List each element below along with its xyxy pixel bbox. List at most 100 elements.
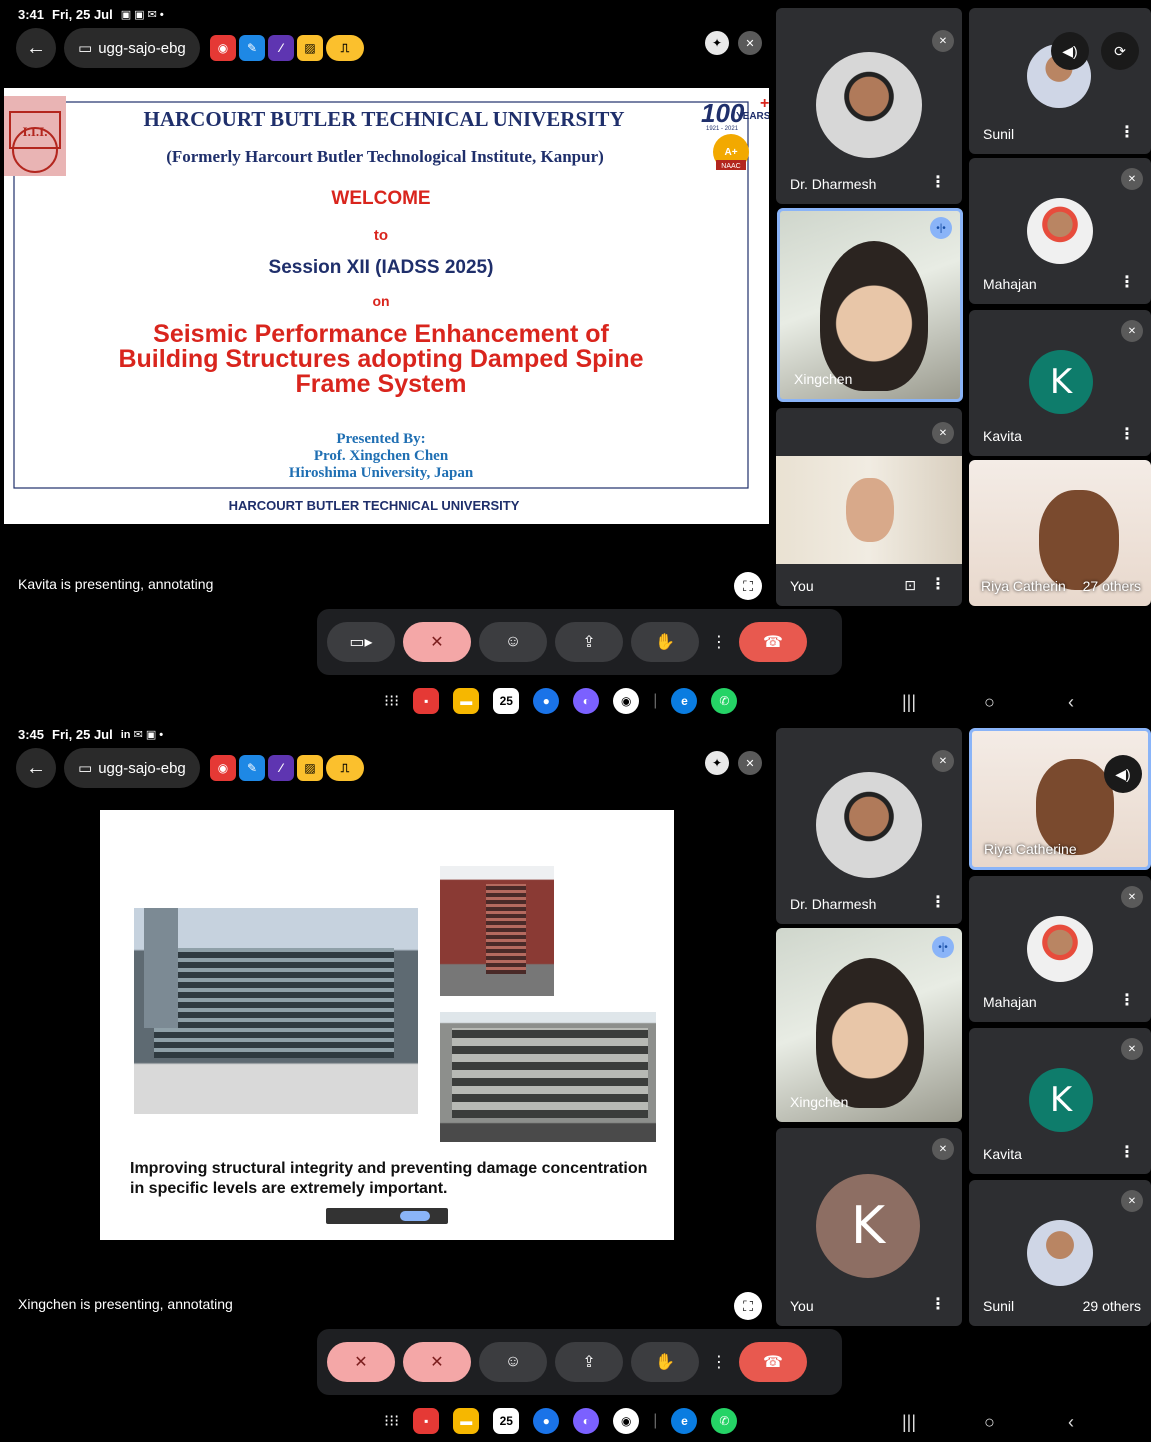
app-icon-messages[interactable]: ● xyxy=(533,1408,560,1434)
fullscreen-icon[interactable]: ⛶ xyxy=(734,572,762,600)
app-icon-files[interactable]: ▬ xyxy=(453,1408,480,1434)
muted-icon: ✕ xyxy=(1121,1038,1143,1060)
muted-icon: ✕ xyxy=(1121,886,1143,908)
slide-footer: HARCOURT BUTLER TECHNICAL UNIVERSITY xyxy=(229,498,520,513)
participant-name: Kavita xyxy=(983,1146,1022,1162)
app-icon-camera[interactable]: ◉ xyxy=(613,688,640,714)
participant-tile-riya[interactable]: Riya Catherin 27 others xyxy=(969,460,1151,606)
apps-grid-icon[interactable]: ⁝⁝⁝ xyxy=(384,1411,399,1431)
back-button[interactable]: ← xyxy=(16,28,56,68)
app-icon-messages[interactable]: ● xyxy=(533,688,560,714)
participant-tile-kavita[interactable]: ✕ K Kavita ⋮ xyxy=(969,310,1151,456)
mic-button[interactable]: ✕ xyxy=(403,622,471,662)
back-button[interactable]: ← xyxy=(16,748,56,788)
participant-tile-dharmesh[interactable]: ✕ Dr. Dharmesh ⋮ xyxy=(776,728,962,924)
muted-icon: ✕ xyxy=(932,30,954,52)
pen-icon[interactable]: ⁄ xyxy=(268,755,294,781)
image-icon[interactable]: ▨ xyxy=(297,35,323,61)
more-button[interactable]: ⋮ xyxy=(707,1342,731,1382)
home-icon[interactable]: ○ xyxy=(984,1412,995,1433)
camera-button[interactable]: ✕ xyxy=(327,1342,395,1382)
app-icon-calendar[interactable]: 25 xyxy=(493,1408,520,1434)
participant-tile-kavita[interactable]: ✕ K Kavita ⋮ xyxy=(969,1028,1151,1174)
mic-button[interactable]: ✕ xyxy=(403,1342,471,1382)
taskbar: ⁝⁝⁝ ▪ ▬ 25 ● ◐ ◉ | e ✆ xyxy=(384,688,738,714)
speaker-icon[interactable]: ◀) xyxy=(1051,32,1089,70)
back-nav-icon[interactable]: ‹ xyxy=(1068,692,1074,713)
call-controls: ▭▸ ✕ ☺ ⇪ ✋ ⋮ ☎ xyxy=(317,609,842,675)
meeting-code-chip[interactable]: ▭ ugg-sajo-ebg xyxy=(64,748,200,788)
recents-icon[interactable]: ||| xyxy=(902,692,916,713)
recents-icon[interactable]: ||| xyxy=(902,1412,916,1433)
present-button[interactable]: ⇪ xyxy=(555,1342,623,1382)
pin-icon[interactable]: ✦ xyxy=(705,31,729,55)
slide-welcome: WELCOME xyxy=(331,188,430,209)
building-photo-top xyxy=(440,866,554,996)
more-options-icon[interactable]: ⋮ xyxy=(930,172,946,192)
edit-icon[interactable]: ✎ xyxy=(239,35,265,61)
meeting-code-chip[interactable]: ▭ ugg-sajo-ebg xyxy=(64,28,200,68)
app-icon-notes[interactable]: ▪ xyxy=(413,688,440,714)
raise-hand-button[interactable]: ✋ xyxy=(631,1342,699,1382)
participant-tile-you[interactable]: ✕ You ⊡ ⋮ xyxy=(776,408,962,606)
participant-tile-sunil[interactable]: ◀) ⟳ Sunil ⋮ xyxy=(969,8,1151,154)
reactions-button[interactable]: ☺ xyxy=(479,622,547,662)
more-options-icon[interactable]: ⋮ xyxy=(930,892,946,912)
pen-icon[interactable]: ⁄ xyxy=(268,35,294,61)
naac-grade: A+ xyxy=(724,147,737,158)
more-options-icon[interactable]: ⋮ xyxy=(1119,272,1135,292)
app-icon-edge[interactable]: e xyxy=(671,688,698,714)
taskbar-divider: | xyxy=(653,692,658,709)
self-view-icon[interactable]: ⊡ xyxy=(904,577,916,594)
raise-hand-button[interactable]: ✋ xyxy=(631,622,699,662)
participant-tile-mahajan[interactable]: ✕ Mahajan ⋮ xyxy=(969,158,1151,304)
more-options-icon[interactable]: ⋮ xyxy=(1119,1142,1135,1162)
app-icon-calendar[interactable]: 25 xyxy=(493,688,520,714)
switch-camera-icon[interactable]: ⟳ xyxy=(1101,32,1139,70)
app-icon-files[interactable]: ▬ xyxy=(453,688,480,714)
participant-tile-riya[interactable]: ◀) Riya Catherine xyxy=(969,728,1151,870)
participant-tile-sunil[interactable]: ✕ Sunil 29 others xyxy=(969,1180,1151,1326)
camera-button[interactable]: ▭▸ xyxy=(327,622,395,662)
pin-icon[interactable]: ✦ xyxy=(705,751,729,775)
more-options-icon[interactable]: ⋮ xyxy=(930,574,946,594)
participant-tile-xingchen[interactable]: •|• Xingchen xyxy=(776,928,962,1122)
participant-name: Sunil xyxy=(983,126,1015,142)
app-icon-edge[interactable]: e xyxy=(671,1408,698,1434)
app-icon-browser[interactable]: ◐ xyxy=(573,688,600,714)
participant-tile-you[interactable]: ✕ K You ⋮ xyxy=(776,1128,962,1326)
speaker-icon[interactable]: ◀) xyxy=(1104,755,1142,793)
app-icon-notes[interactable]: ▪ xyxy=(413,1408,440,1434)
reactions-button[interactable]: ☺ xyxy=(479,1342,547,1382)
present-button[interactable]: ⇪ xyxy=(555,622,623,662)
record-icon[interactable]: ◉ xyxy=(210,35,236,61)
app-icon-whatsapp[interactable]: ✆ xyxy=(711,688,738,714)
participant-tile-xingchen[interactable]: •|• Xingchen xyxy=(777,208,963,402)
apps-grid-icon[interactable]: ⁝⁝⁝ xyxy=(384,691,399,711)
building-photo-damaged xyxy=(440,1012,656,1142)
more-options-icon[interactable]: ⋮ xyxy=(1119,122,1135,142)
display-icon[interactable]: ⎍ xyxy=(326,35,364,61)
app-icon-whatsapp[interactable]: ✆ xyxy=(711,1408,738,1434)
record-icon[interactable]: ◉ xyxy=(210,755,236,781)
app-icon-browser[interactable]: ◐ xyxy=(573,1408,600,1434)
edit-icon[interactable]: ✎ xyxy=(239,755,265,781)
display-icon[interactable]: ⎍ xyxy=(326,755,364,781)
more-options-icon[interactable]: ⋮ xyxy=(1119,424,1135,444)
call-controls: ✕ ✕ ☺ ⇪ ✋ ⋮ ☎ xyxy=(317,1329,842,1395)
participant-tile-dharmesh[interactable]: ✕ Dr. Dharmesh ⋮ xyxy=(776,8,962,204)
home-icon[interactable]: ○ xyxy=(984,692,995,713)
participant-tile-mahajan[interactable]: ✕ Mahajan ⋮ xyxy=(969,876,1151,1022)
more-options-icon[interactable]: ⋮ xyxy=(930,1294,946,1314)
others-count[interactable]: 27 others xyxy=(1083,578,1141,594)
back-nav-icon[interactable]: ‹ xyxy=(1068,1412,1074,1433)
end-call-button[interactable]: ☎ xyxy=(739,622,807,662)
fullscreen-icon[interactable]: ⛶ xyxy=(734,1292,762,1320)
more-button[interactable]: ⋮ xyxy=(707,622,731,662)
image-icon[interactable]: ▨ xyxy=(297,755,323,781)
others-count[interactable]: 29 others xyxy=(1083,1298,1141,1314)
end-call-button[interactable]: ☎ xyxy=(739,1342,807,1382)
more-options-icon[interactable]: ⋮ xyxy=(1119,990,1135,1010)
emoji-icon: ☺ xyxy=(504,1353,522,1370)
app-icon-camera[interactable]: ◉ xyxy=(613,1408,640,1434)
